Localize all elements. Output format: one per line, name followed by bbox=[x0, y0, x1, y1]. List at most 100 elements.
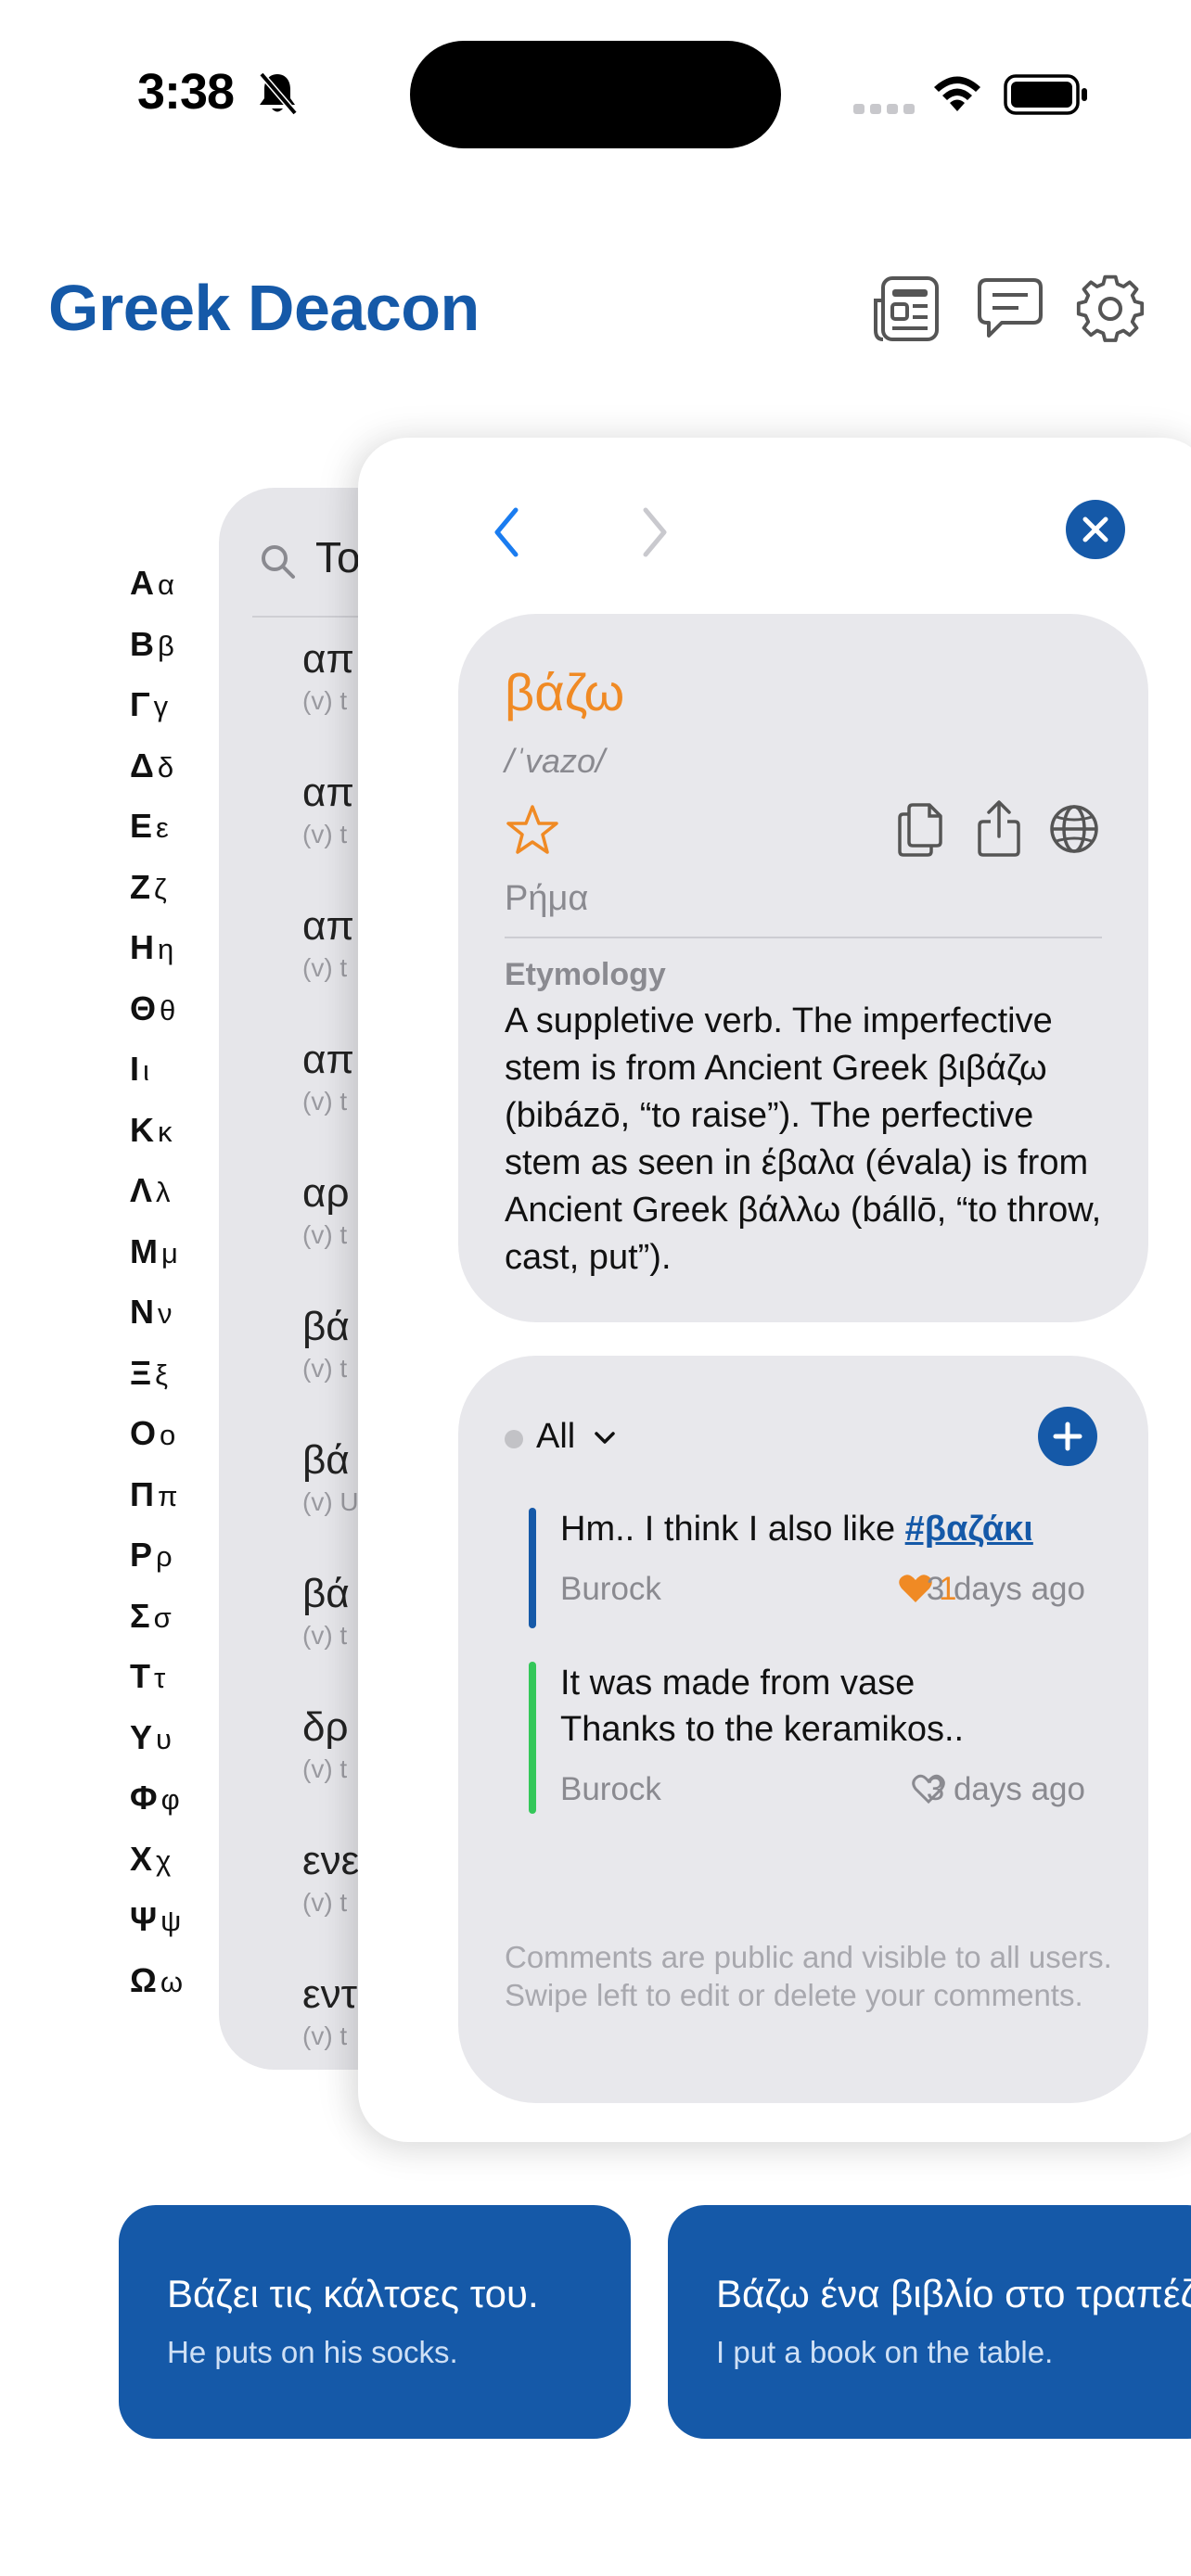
letter-lower: ξ bbox=[155, 1358, 169, 1391]
comment-author[interactable]: Burock bbox=[560, 1771, 661, 1808]
list-item[interactable]: ενε (v) t bbox=[302, 1838, 359, 1918]
alphabet-letter[interactable]: Οο bbox=[130, 1403, 204, 1464]
alphabet-letter[interactable]: Ωω bbox=[130, 1950, 204, 2011]
alphabet-index[interactable]: ΑαΒβΓγΔδΕεΖζΗηΘθΙιΚκΛλΜμΝνΞξΟοΠπΡρΣσΤτΥυ… bbox=[130, 553, 204, 2010]
letter-upper: Υ bbox=[130, 1717, 153, 1756]
list-definition: (v) U bbox=[302, 1487, 359, 1516]
letter-upper: Χ bbox=[130, 1839, 153, 1878]
alphabet-letter[interactable]: Κκ bbox=[130, 1100, 204, 1161]
alphabet-letter[interactable]: Αα bbox=[130, 553, 204, 614]
dynamic-island bbox=[410, 41, 781, 148]
list-word: βά bbox=[302, 1437, 350, 1483]
chevron-down-icon bbox=[595, 1432, 615, 1444]
letter-upper: Ι bbox=[130, 1050, 140, 1088]
back-chevron-icon[interactable] bbox=[490, 504, 523, 560]
chat-bubble-icon[interactable] bbox=[974, 273, 1046, 345]
list-item[interactable]: απ (v) t bbox=[302, 636, 354, 716]
list-definition: (v) t bbox=[302, 1888, 348, 1917]
alphabet-letter[interactable]: Ττ bbox=[130, 1646, 204, 1707]
letter-lower: φ bbox=[160, 1783, 180, 1816]
comment-item[interactable]: Hm.. I think I also like #βαζάκι Burock … bbox=[529, 1508, 1085, 1628]
close-icon[interactable] bbox=[1065, 499, 1126, 560]
comment-item[interactable]: It was made from vase Thanks to the keram… bbox=[529, 1662, 1085, 1814]
letter-upper: Ε bbox=[130, 807, 153, 845]
list-item[interactable]: δρ (v) t bbox=[302, 1704, 349, 1784]
letter-upper: Μ bbox=[130, 1231, 158, 1270]
share-icon[interactable] bbox=[976, 799, 1022, 859]
letter-lower: υ bbox=[156, 1722, 172, 1755]
letter-upper: Π bbox=[130, 1474, 154, 1513]
letter-upper: Ο bbox=[130, 1414, 157, 1452]
letter-lower: λ bbox=[156, 1176, 171, 1208]
comments-card: All Hm.. I think I also like #βαζάκι Bur… bbox=[458, 1356, 1148, 2103]
filter-indicator bbox=[505, 1430, 523, 1448]
list-definition: (v) t bbox=[302, 1220, 348, 1249]
list-item[interactable]: βά (v) U bbox=[302, 1437, 359, 1517]
word-pronunciation: /ˈvazo/ bbox=[505, 742, 606, 780]
favorite-star-icon[interactable] bbox=[505, 803, 560, 857]
list-item[interactable]: εντ (v) t bbox=[302, 1971, 357, 2051]
alphabet-letter[interactable]: Θθ bbox=[130, 978, 204, 1039]
example-english: I put a book on the table. bbox=[716, 2335, 1054, 2369]
letter-upper: Ξ bbox=[130, 1353, 152, 1392]
list-definition: (v) t bbox=[302, 1354, 348, 1383]
alphabet-letter[interactable]: Ξξ bbox=[130, 1343, 204, 1404]
alphabet-letter[interactable]: Χχ bbox=[130, 1829, 204, 1890]
alphabet-letter[interactable]: Μμ bbox=[130, 1221, 204, 1282]
alphabet-letter[interactable]: Ζζ bbox=[130, 857, 204, 918]
alphabet-letter[interactable]: Ββ bbox=[130, 614, 204, 675]
example-greek: Βάζει τις κάλτσες του. bbox=[167, 2272, 539, 2315]
list-item[interactable]: βά (v) t bbox=[302, 1304, 350, 1384]
comment-time: 3 days ago bbox=[926, 1771, 1085, 1807]
letter-upper: Ψ bbox=[130, 1900, 158, 1938]
alphabet-letter[interactable]: Ψψ bbox=[130, 1889, 204, 1950]
gear-icon[interactable] bbox=[1074, 273, 1146, 345]
comment-author[interactable]: Burock bbox=[560, 1571, 661, 1608]
divider bbox=[505, 937, 1102, 938]
search-input[interactable]: To bbox=[315, 532, 361, 582]
list-item[interactable]: απ (v) t bbox=[302, 903, 354, 983]
letter-upper: Φ bbox=[130, 1779, 158, 1817]
example-english: He puts on his socks. bbox=[167, 2335, 458, 2369]
comment-text: It was made from vase Thanks to the keram… bbox=[560, 1664, 965, 1749]
alphabet-letter[interactable]: Λλ bbox=[130, 1160, 204, 1221]
globe-icon[interactable] bbox=[1048, 803, 1100, 855]
list-word: απ bbox=[302, 1037, 354, 1082]
alphabet-letter[interactable]: Ρρ bbox=[130, 1524, 204, 1586]
add-comment-icon[interactable] bbox=[1037, 1406, 1098, 1467]
list-item[interactable]: αρ (v) t bbox=[302, 1170, 349, 1250]
letter-upper: Γ bbox=[130, 685, 150, 723]
list-definition: (v) t bbox=[302, 2021, 348, 2050]
alphabet-letter[interactable]: Δδ bbox=[130, 735, 204, 797]
comments-note: Comments are public and visible to all u… bbox=[505, 1940, 1112, 2012]
alphabet-letter[interactable]: Ππ bbox=[130, 1464, 204, 1525]
alphabet-letter[interactable]: Εε bbox=[130, 796, 204, 857]
alphabet-letter[interactable]: Υυ bbox=[130, 1707, 204, 1768]
hashtag-link[interactable]: #βαζάκι bbox=[905, 1510, 1033, 1549]
word-card: βάζω /ˈvazo/ Ρήμα Etymology A suppletive… bbox=[458, 614, 1148, 1322]
letter-upper: Σ bbox=[130, 1596, 150, 1635]
list-item[interactable]: βά (v) t bbox=[302, 1571, 350, 1651]
alphabet-letter[interactable]: Ιι bbox=[130, 1039, 204, 1100]
copy-icon[interactable] bbox=[896, 801, 946, 857]
newspaper-icon[interactable] bbox=[870, 273, 942, 345]
alphabet-letter[interactable]: Φφ bbox=[130, 1767, 204, 1829]
list-definition: (v) t bbox=[302, 953, 348, 982]
letter-upper: Δ bbox=[130, 746, 154, 784]
list-definition: (v) t bbox=[302, 1754, 348, 1783]
list-item[interactable]: απ (v) t bbox=[302, 1037, 354, 1116]
alphabet-letter[interactable]: Ηη bbox=[130, 917, 204, 978]
app-title: Greek Deacon bbox=[48, 272, 480, 344]
letter-upper: Ν bbox=[130, 1293, 154, 1331]
letter-upper: Θ bbox=[130, 988, 157, 1027]
letter-lower: β bbox=[158, 629, 174, 662]
letter-lower: χ bbox=[156, 1843, 172, 1877]
alphabet-letter[interactable]: Σσ bbox=[130, 1586, 204, 1647]
example-card[interactable]: Βάζει τις κάλτσες του. He puts on his so… bbox=[119, 2205, 631, 2439]
list-item[interactable]: απ (v) t bbox=[302, 770, 354, 849]
comment-filter-dropdown[interactable]: All bbox=[536, 1417, 617, 1457]
alphabet-letter[interactable]: Νν bbox=[130, 1282, 204, 1343]
example-card[interactable]: Βάζω ένα βιβλίο στο τραπέζι. I put a boo… bbox=[668, 2205, 1191, 2439]
alphabet-letter[interactable]: Γγ bbox=[130, 674, 204, 735]
forward-chevron-icon[interactable] bbox=[638, 504, 672, 560]
